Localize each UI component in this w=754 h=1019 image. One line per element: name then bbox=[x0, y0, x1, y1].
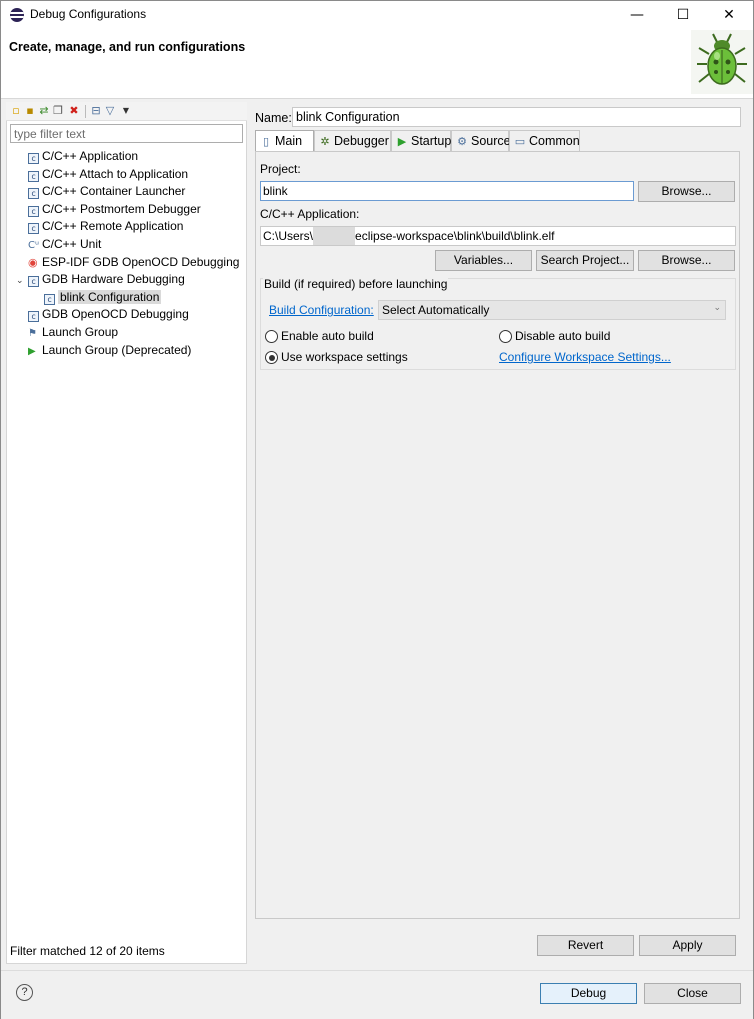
bottom-separator bbox=[1, 970, 753, 971]
revert-button[interactable]: Revert bbox=[537, 935, 634, 956]
c-config-icon: c bbox=[28, 170, 39, 182]
help-icon[interactable]: ? bbox=[16, 984, 33, 1001]
application-input[interactable]: C:\Users\ eclipse-workspace\blink\build\b… bbox=[260, 226, 736, 246]
use-workspace-settings-label: Use workspace settings bbox=[281, 350, 408, 364]
enable-auto-build-radio[interactable] bbox=[265, 330, 278, 343]
tree-item-blink-configuration[interactable]: c blink Configuration bbox=[16, 289, 239, 306]
tab-startup[interactable]: ▶ Startup bbox=[391, 130, 451, 151]
configure-workspace-settings-link[interactable]: Configure Workspace Settings... bbox=[499, 350, 671, 364]
c-config-icon: c bbox=[28, 205, 39, 217]
debug-bug-icon bbox=[691, 30, 753, 94]
duplicate-icon[interactable]: ❐ bbox=[52, 105, 64, 117]
enable-auto-build-label: Enable auto build bbox=[281, 329, 374, 343]
close-window-button[interactable]: ✕ bbox=[706, 2, 752, 28]
delete-icon[interactable]: ✖ bbox=[68, 105, 80, 117]
maximize-button[interactable]: ☐ bbox=[660, 2, 706, 28]
common-tab-icon: ▭ bbox=[514, 135, 526, 148]
export-icon[interactable]: ⇄ bbox=[38, 105, 50, 117]
expanded-chevron-icon[interactable]: ⌄ bbox=[16, 273, 28, 290]
name-label: Name: bbox=[255, 111, 292, 125]
disable-auto-build-radio[interactable] bbox=[499, 330, 512, 343]
build-configuration-value: Select Automatically bbox=[382, 303, 490, 317]
tab-debugger[interactable]: ✲ Debugger bbox=[314, 130, 391, 151]
build-configuration-select[interactable]: Select Automatically ⌄ bbox=[378, 300, 726, 320]
application-path-prefix: C:\Users\ bbox=[263, 229, 314, 243]
debugger-tab-icon: ✲ bbox=[320, 135, 330, 148]
tree-item-esp-idf[interactable]: ◉ ESP-IDF GDB OpenOCD Debugging bbox=[16, 254, 239, 271]
tree-item-cpp-container[interactable]: c C/C++ Container Launcher bbox=[16, 183, 239, 200]
disable-auto-build-label: Disable auto build bbox=[515, 329, 611, 343]
startup-tab-icon: ▶ bbox=[397, 135, 407, 148]
application-label: C/C++ Application: bbox=[260, 207, 360, 221]
filter-input[interactable]: type filter text bbox=[10, 124, 243, 143]
tree-item-launch-group[interactable]: ⚑ Launch Group bbox=[16, 324, 239, 341]
c-config-icon: c bbox=[28, 153, 39, 164]
configuration-tree: c C/C++ Application c C/C++ Attach to Appl… bbox=[16, 148, 239, 359]
apply-button[interactable]: Apply bbox=[639, 935, 736, 956]
run-icon: ▶ bbox=[28, 345, 36, 357]
header-banner: Create, manage, and run configurations bbox=[1, 30, 753, 98]
launch-group-icon: ⚑ bbox=[28, 327, 37, 339]
minimize-button[interactable]: — bbox=[614, 2, 660, 28]
c-config-icon: c bbox=[28, 311, 39, 323]
window-border-left bbox=[0, 30, 1, 1019]
c-config-icon: c bbox=[28, 188, 39, 200]
tree-item-cpp-unit[interactable]: Cᵘ C/C++ Unit bbox=[16, 236, 239, 253]
project-browse-button[interactable]: Browse... bbox=[638, 181, 735, 202]
project-label: Project: bbox=[260, 162, 301, 176]
tab-source[interactable]: ⚙ Source bbox=[451, 130, 511, 151]
c-unit-icon: Cᵘ bbox=[28, 239, 40, 251]
redacted-username bbox=[313, 227, 356, 245]
new-prototype-icon[interactable]: ▪ bbox=[24, 105, 36, 117]
build-group-title: Build (if required) before launching bbox=[263, 277, 449, 291]
c-config-icon: c bbox=[28, 276, 39, 288]
tree-item-gdb-openocd[interactable]: c GDB OpenOCD Debugging bbox=[16, 306, 239, 323]
filter-icon[interactable]: ▽ bbox=[104, 105, 116, 117]
project-input[interactable]: blink bbox=[260, 181, 634, 201]
tree-item-cpp-attach[interactable]: c C/C++ Attach to Application bbox=[16, 166, 239, 183]
c-config-icon: c bbox=[44, 293, 55, 305]
tree-item-cpp-postmortem[interactable]: c C/C++ Postmortem Debugger bbox=[16, 201, 239, 218]
tree-item-cpp-application[interactable]: c C/C++ Application bbox=[16, 148, 239, 165]
tree-item-gdb-hardware[interactable]: ⌄ c GDB Hardware Debugging bbox=[16, 271, 239, 288]
banner-title: Create, manage, and run configurations bbox=[9, 40, 246, 54]
eclipse-app-icon bbox=[10, 8, 24, 22]
banner-separator bbox=[1, 98, 753, 99]
close-button[interactable]: Close bbox=[644, 983, 741, 1004]
chevron-down-icon: ⌄ bbox=[713, 303, 721, 313]
build-configuration-link[interactable]: Build Configuration: bbox=[269, 303, 374, 317]
application-browse-button[interactable]: Browse... bbox=[638, 250, 735, 271]
application-path-suffix: eclipse-workspace\blink\build\blink.elf bbox=[355, 229, 555, 243]
c-config-icon: c bbox=[28, 223, 39, 235]
search-project-button[interactable]: Search Project... bbox=[536, 250, 634, 271]
tab-common[interactable]: ▭ Common bbox=[509, 130, 580, 151]
view-menu-icon[interactable]: ▼ bbox=[120, 105, 132, 117]
tab-main[interactable]: ▯ Main bbox=[255, 130, 314, 151]
collapse-all-icon[interactable]: ⊟ bbox=[90, 105, 102, 117]
configuration-name-input[interactable]: blink Configuration bbox=[292, 107, 741, 127]
toolbar-divider bbox=[85, 105, 86, 118]
tree-item-launch-group-deprecated[interactable]: ▶ Launch Group (Deprecated) bbox=[16, 342, 239, 359]
use-workspace-settings-radio[interactable] bbox=[265, 351, 278, 364]
tree-item-cpp-remote[interactable]: c C/C++ Remote Application bbox=[16, 218, 239, 235]
window-title: Debug Configurations bbox=[30, 7, 147, 21]
main-tab-icon: ▯ bbox=[262, 135, 270, 148]
tree-toolbar: ▫ ▪ ⇄ ❐ ✖ ⊟ ▽ ▼ bbox=[6, 102, 247, 121]
variables-button[interactable]: Variables... bbox=[435, 250, 532, 271]
filter-status: Filter matched 12 of 20 items bbox=[10, 944, 165, 958]
new-configuration-icon[interactable]: ▫ bbox=[10, 105, 22, 117]
source-tab-icon: ⚙ bbox=[457, 135, 467, 148]
debug-button[interactable]: Debug bbox=[540, 983, 637, 1004]
esp-idf-icon: ◉ bbox=[28, 255, 38, 269]
